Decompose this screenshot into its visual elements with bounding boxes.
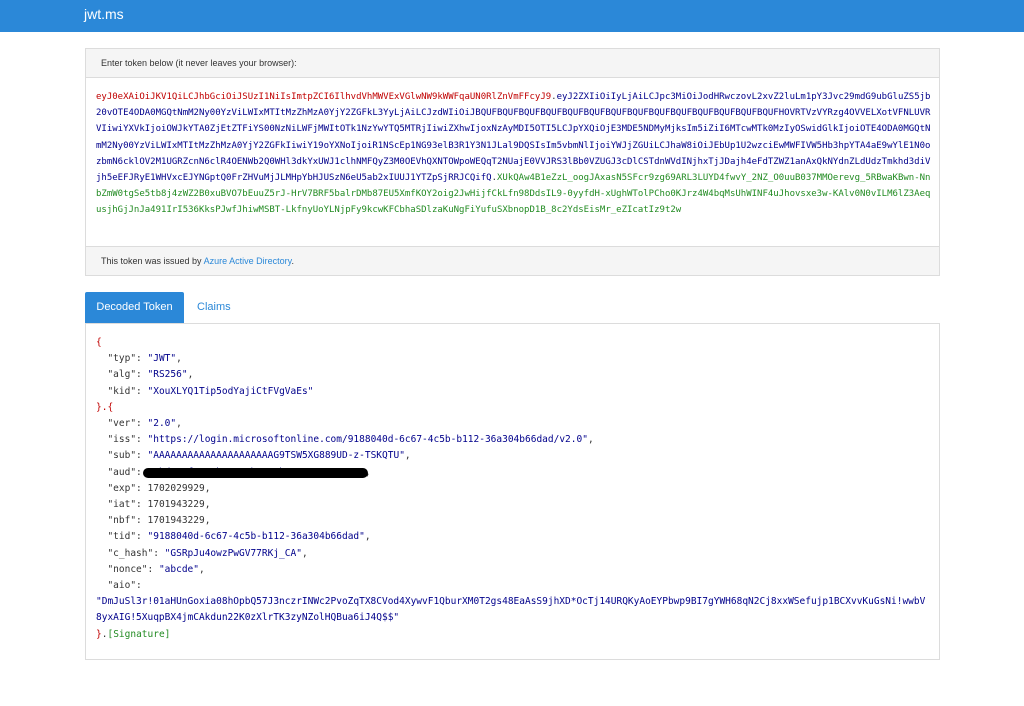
claim-aio-value: DmJuSl3r!01aHUnGoxia08hOpbQ57J3nczrINWc2… (96, 596, 926, 624)
redaction-mark (143, 467, 369, 478)
signature-label: [Signature] (107, 628, 171, 640)
token-textarea[interactable]: eyJ0eXAiOiJKV1QiLCJhbGciOiJSUzI1NiIsImtp… (96, 89, 932, 219)
decoded-token-panel: { "typ": "JWT", "alg": "RS256", "kid": "… (85, 323, 940, 660)
token-header-segment: eyJ0eXAiOiJKV1QiLCJhbGciOiJSUzI1NiIsImtp… (96, 92, 552, 102)
token-instruction: Enter token below (it never leaves your … (101, 58, 297, 68)
tab-decoded-token[interactable]: Decoded Token (85, 292, 184, 323)
claim-sub-value: AAAAAAAAAAAAAAAAAAAAAG9TSW5XG889UD-z-TSK… (153, 450, 400, 462)
claim-exp-value: 1702029929 (147, 482, 205, 494)
token-panel-footer: This token was issued by Azure Active Di… (86, 246, 939, 275)
claim-c-hash-value: GSRpJu4owzPwGV77RKj_CA (170, 547, 297, 559)
site-brand[interactable]: jwt.ms (84, 6, 124, 22)
token-panel-header: Enter token below (it never leaves your … (86, 49, 939, 78)
claim-kid-value: XouXLYQ1Tip5odYajiCtFVgVaEs (153, 385, 308, 397)
claim-typ-value: JWT (153, 353, 171, 365)
top-navigation-bar: jwt.ms (0, 0, 1024, 32)
decoded-json: { "typ": "JWT", "alg": "RS256", "kid": "… (96, 337, 926, 640)
claim-nbf-value: 1701943229 (147, 515, 205, 527)
claim-nonce-value: abcde (164, 563, 194, 575)
claim-iat-value: 1701943229 (147, 499, 205, 511)
issuer-prefix: This token was issued by (101, 256, 204, 266)
issuer-link[interactable]: Azure Active Directory (204, 256, 292, 266)
claim-alg-value: RS256 (153, 369, 182, 381)
claim-iss-value: https://login.microsoftonline.com/918804… (153, 434, 583, 446)
tab-claims[interactable]: Claims (197, 292, 231, 323)
token-payload-segment: eyJ2ZXIiOiIyLjAiLCJpc3MiOiJodHRwczovL2xv… (96, 92, 931, 184)
token-input-panel: Enter token below (it never leaves your … (85, 48, 940, 276)
claim-ver-value: 2.0 (153, 418, 171, 430)
claim-tid-value: 9188040d-6c67-4c5b-b112-36a304b66dad (153, 531, 360, 543)
issuer-suffix: . (291, 256, 294, 266)
